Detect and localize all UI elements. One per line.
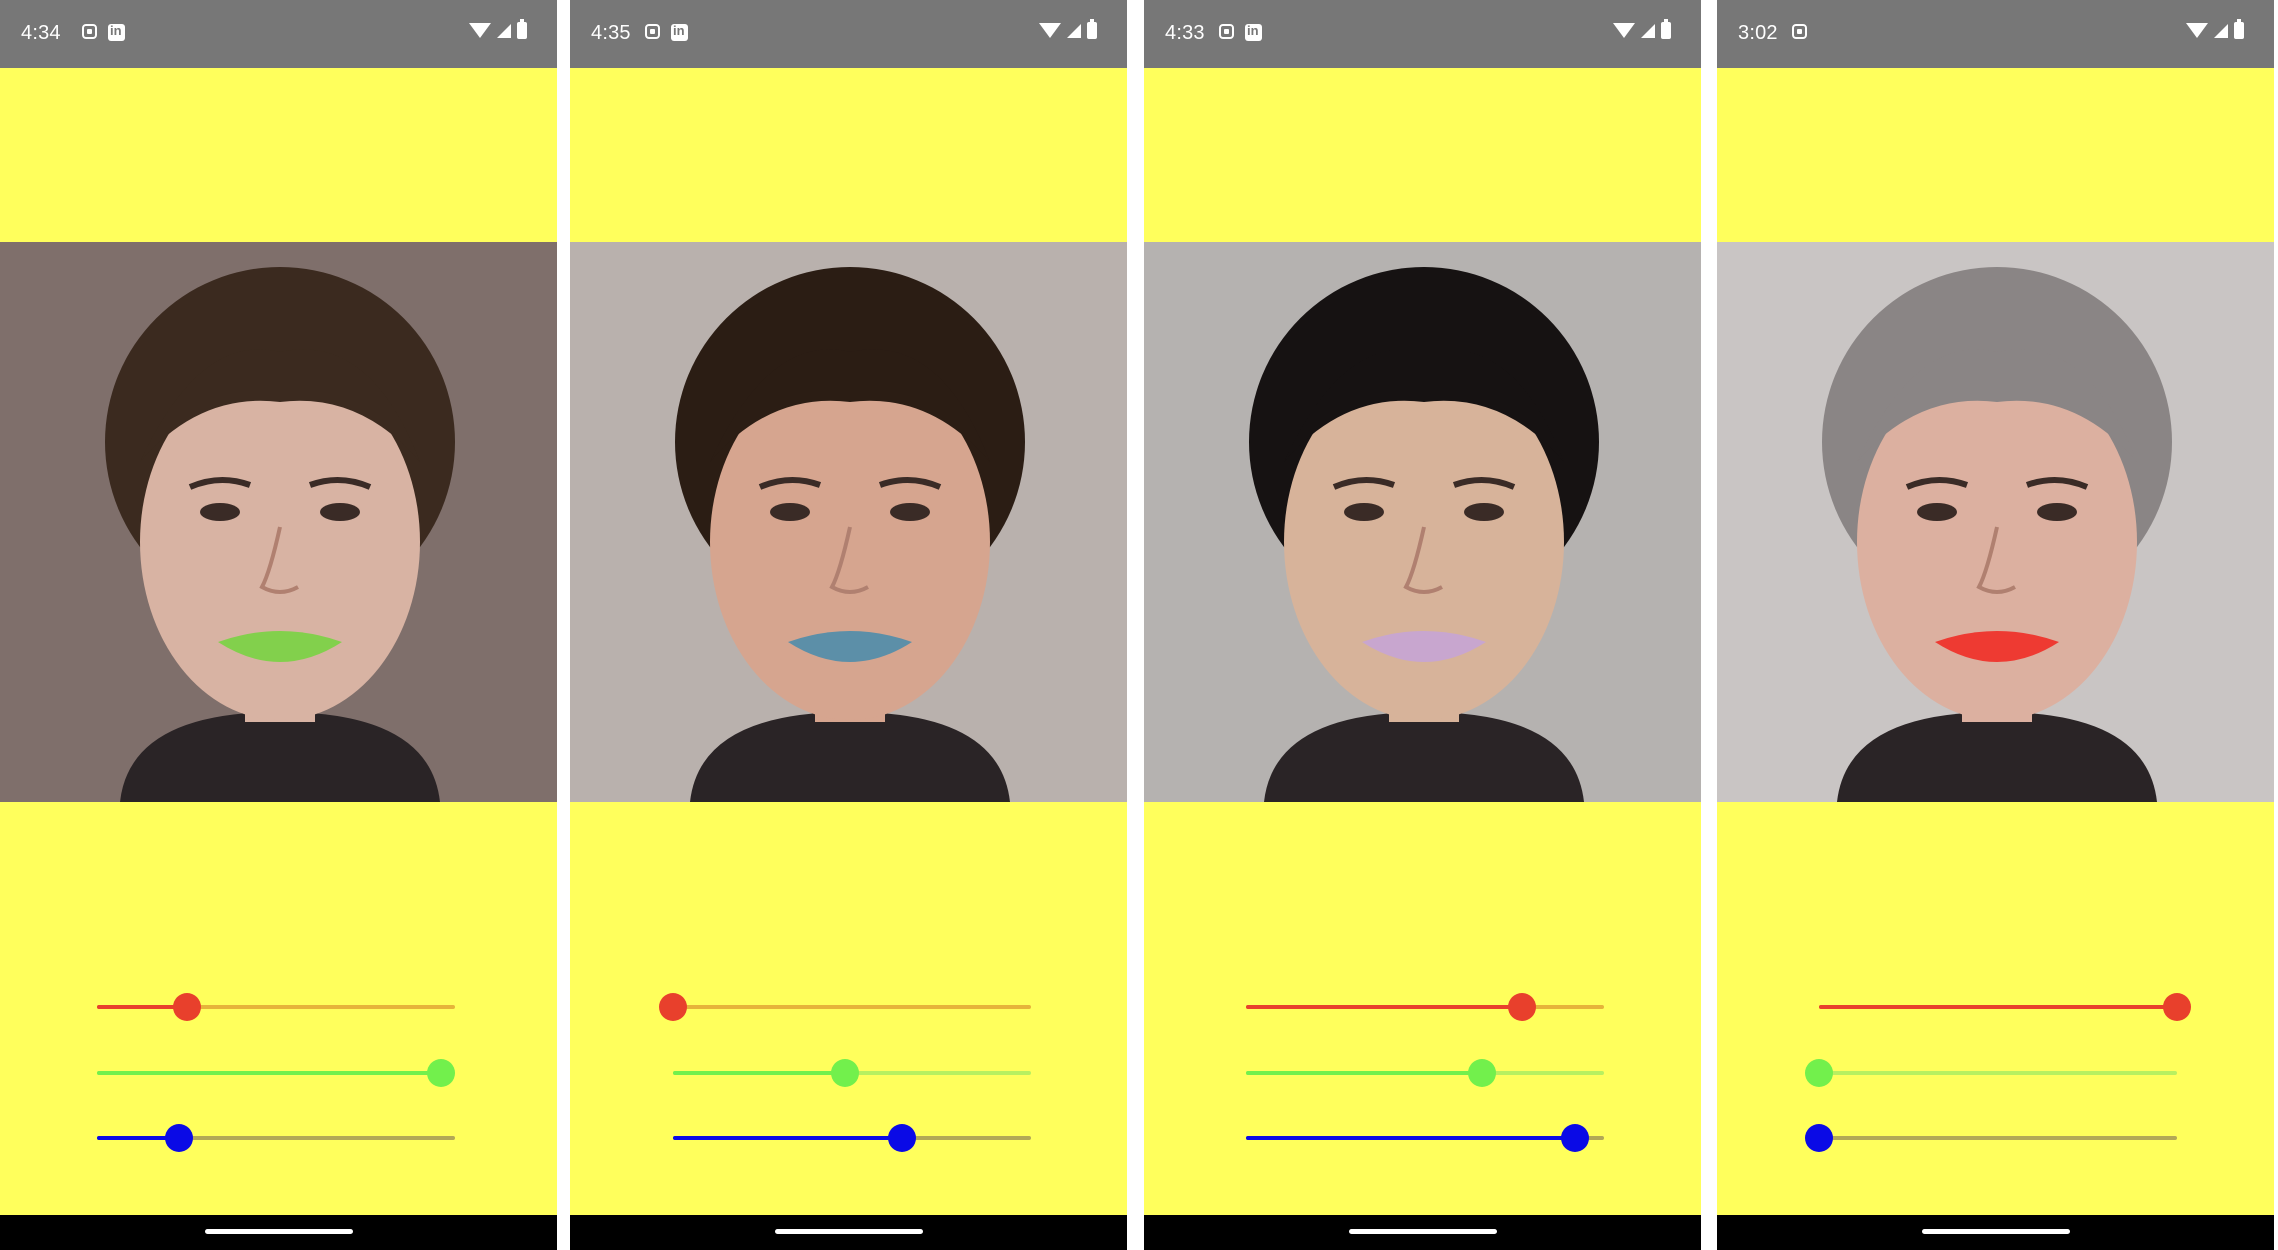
wifi-icon bbox=[469, 23, 491, 38]
green-slider-thumb[interactable] bbox=[426, 1059, 455, 1087]
blue-slider[interactable] bbox=[1246, 1122, 1604, 1154]
status-time: 4:34 bbox=[21, 22, 61, 44]
signal-icon bbox=[1641, 23, 1655, 38]
navigation-bar bbox=[1144, 1215, 1701, 1250]
left-eye bbox=[200, 503, 240, 521]
left-eye bbox=[770, 503, 810, 521]
red-slider-thumb[interactable] bbox=[2163, 993, 2191, 1021]
home-indicator[interactable] bbox=[774, 1229, 923, 1234]
green-slider[interactable] bbox=[1246, 1057, 1604, 1089]
status-time: 4:33 bbox=[1165, 22, 1205, 44]
green-slider-thumb[interactable] bbox=[830, 1059, 859, 1087]
green-slider[interactable] bbox=[673, 1057, 1031, 1089]
face-illustration bbox=[0, 242, 557, 802]
status-bar: 4:34 bbox=[0, 0, 557, 68]
face-illustration bbox=[1717, 242, 2274, 802]
red-slider-thumb[interactable] bbox=[1507, 993, 1536, 1021]
wifi-icon bbox=[1039, 23, 1061, 38]
notification-icon bbox=[645, 24, 660, 39]
blue-slider-thumb[interactable] bbox=[1805, 1124, 1833, 1152]
red-slider[interactable] bbox=[1819, 991, 2191, 1023]
linkedin-icon bbox=[1245, 23, 1262, 41]
home-indicator[interactable] bbox=[204, 1229, 353, 1234]
right-eye bbox=[2037, 503, 2077, 521]
notification-icon bbox=[82, 24, 97, 39]
navigation-bar bbox=[1717, 1215, 2274, 1250]
phone-screen-1: 4:34 bbox=[0, 0, 557, 1250]
right-eye bbox=[1464, 503, 1504, 521]
status-bar: 4:33 bbox=[1144, 0, 1701, 68]
status-bar: 3:02 bbox=[1717, 0, 2274, 68]
signal-icon bbox=[497, 23, 511, 38]
left-eye bbox=[1344, 503, 1384, 521]
navigation-bar bbox=[570, 1215, 1127, 1250]
blue-slider[interactable] bbox=[97, 1122, 455, 1154]
face-illustration bbox=[1144, 242, 1701, 802]
home-indicator[interactable] bbox=[1348, 1229, 1497, 1234]
signal-icon bbox=[2214, 23, 2228, 38]
linkedin-icon bbox=[108, 23, 125, 41]
battery-icon bbox=[2234, 19, 2244, 39]
battery-icon bbox=[1087, 19, 1097, 39]
phone-screen-3: 4:33 bbox=[1144, 0, 1701, 1250]
signal-icon bbox=[1067, 23, 1081, 38]
screenshot-row: 4:34 4: bbox=[0, 0, 2278, 1250]
notification-icon bbox=[1219, 24, 1234, 39]
battery-icon bbox=[517, 19, 527, 39]
right-eye bbox=[890, 503, 930, 521]
phone-screen-2: 4:35 bbox=[570, 0, 1127, 1250]
right-eye bbox=[320, 503, 360, 521]
face-photo bbox=[0, 242, 557, 802]
status-time: 4:35 bbox=[591, 22, 631, 44]
home-indicator[interactable] bbox=[1921, 1229, 2070, 1234]
phone-screen-4: 3:02 bbox=[1717, 0, 2274, 1250]
notification-icon bbox=[1792, 24, 1807, 39]
green-slider[interactable] bbox=[1805, 1057, 2177, 1089]
green-slider-thumb[interactable] bbox=[1805, 1059, 1833, 1087]
red-slider[interactable] bbox=[97, 991, 455, 1023]
face-photo bbox=[570, 242, 1127, 802]
face-photo bbox=[1717, 242, 2274, 802]
status-time: 3:02 bbox=[1738, 22, 1778, 44]
left-eye bbox=[1917, 503, 1957, 521]
navigation-bar bbox=[0, 1215, 557, 1250]
wifi-icon bbox=[2186, 23, 2208, 38]
red-slider-thumb[interactable] bbox=[659, 993, 687, 1021]
red-slider-thumb[interactable] bbox=[172, 993, 201, 1021]
blue-slider[interactable] bbox=[673, 1122, 1031, 1154]
green-slider-thumb[interactable] bbox=[1468, 1059, 1497, 1087]
green-slider[interactable] bbox=[97, 1057, 455, 1089]
face-illustration bbox=[570, 242, 1127, 802]
blue-slider-thumb[interactable] bbox=[165, 1124, 194, 1152]
status-bar: 4:35 bbox=[570, 0, 1127, 68]
red-slider[interactable] bbox=[659, 991, 1031, 1023]
face-photo bbox=[1144, 242, 1701, 802]
blue-slider[interactable] bbox=[1805, 1122, 2177, 1154]
blue-slider-thumb[interactable] bbox=[888, 1124, 917, 1152]
linkedin-icon bbox=[671, 23, 688, 41]
blue-slider-thumb[interactable] bbox=[1561, 1124, 1590, 1152]
wifi-icon bbox=[1613, 23, 1635, 38]
battery-icon bbox=[1661, 19, 1671, 39]
red-slider[interactable] bbox=[1246, 991, 1604, 1023]
